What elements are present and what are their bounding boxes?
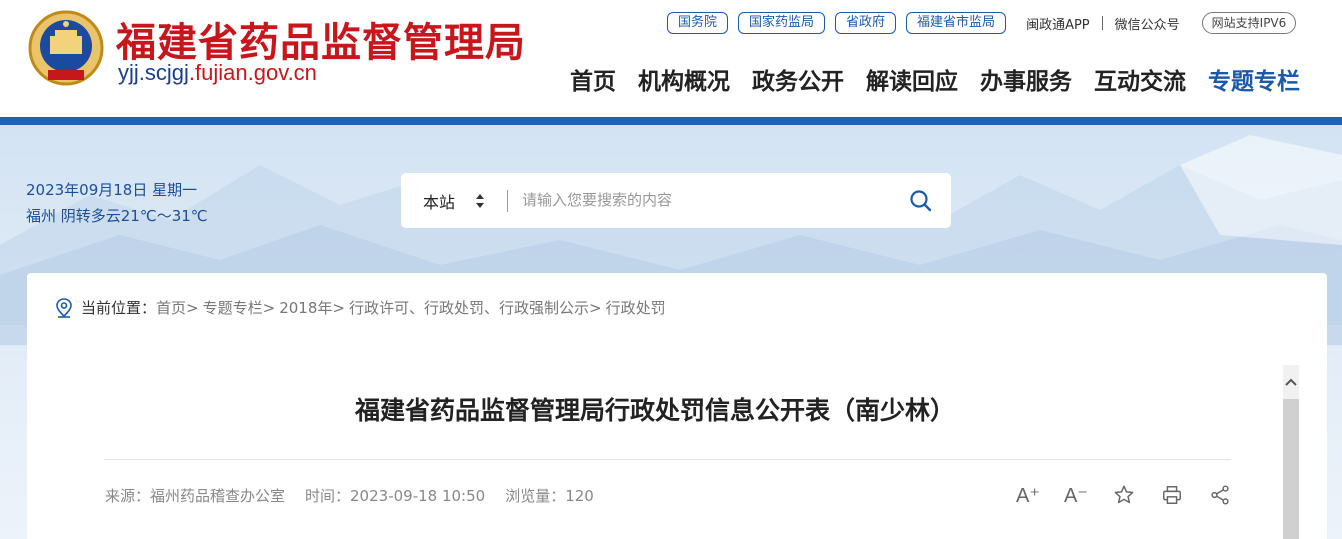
link-fujian-amr[interactable]: 福建省市监局 — [906, 12, 1007, 34]
breadcrumb-special-topics[interactable]: 专题专栏 — [203, 297, 263, 318]
font-decrease-icon[interactable]: A⁻ — [1061, 483, 1091, 507]
breadcrumb-lead: 当前位置： — [81, 299, 157, 317]
current-date: 2023年09月18日 星期一 — [26, 181, 198, 199]
breadcrumb-penalty[interactable]: 行政处罚 — [606, 297, 666, 318]
link-provincial-gov[interactable]: 省政府 — [835, 12, 897, 34]
divider — [1101, 16, 1103, 30]
font-increase-icon[interactable]: A⁺ — [1013, 483, 1043, 507]
link-nmpa[interactable]: 国家药监局 — [738, 12, 826, 34]
location-pin-icon — [56, 297, 72, 318]
chevron-up-icon — [1285, 378, 1297, 386]
weather-info: 福州 阴转多云21℃～31℃ — [26, 207, 208, 225]
link-wechat[interactable]: 微信公众号 — [1115, 14, 1180, 33]
scroll-up-button[interactable] — [1283, 365, 1299, 399]
breadcrumb-year[interactable]: 2018年 — [279, 297, 332, 318]
search-scope-select[interactable]: 本站 — [401, 173, 493, 228]
breadcrumb-separator: > — [332, 298, 345, 317]
article-card: 当前位置： 首页 > 专题专栏 > 2018年 > 行政许可、行政处罚、行政强制公示 >… — [27, 273, 1327, 539]
title-divider — [104, 459, 1231, 460]
nav-special-topics[interactable]: 专题专栏 — [1208, 62, 1300, 96]
header-accent-bar — [0, 117, 1342, 125]
search-input[interactable] — [522, 192, 891, 209]
search-icon — [910, 189, 932, 211]
site-header: 福建省药品监督管理局 yjj.scjgj.fujian.gov.cn 国务院 国… — [0, 0, 1342, 117]
date-weather: 2023年09月18日 星期一 福州 阴转多云21℃～31℃ — [26, 177, 208, 229]
print-icon[interactable] — [1157, 483, 1187, 507]
article-meta: 来源：福州药品稽查办公室 时间：2023-09-18 10:50 浏览量：120 — [105, 485, 614, 506]
sort-arrows-icon — [476, 194, 484, 208]
star-icon[interactable] — [1109, 483, 1139, 507]
nav-services[interactable]: 办事服务 — [980, 62, 1072, 96]
ipv6-badge: 网站支持IPV6 — [1201, 12, 1297, 34]
nav-interpretation[interactable]: 解读回应 — [866, 62, 958, 96]
article-title: 福建省药品监督管理局行政处罚信息公开表（南少林） — [354, 396, 955, 425]
domain-prefix: yjj.scjgj — [118, 60, 189, 85]
article-views: 浏览量：120 — [505, 487, 594, 505]
article-time: 时间：2023-09-18 10:50 — [305, 487, 486, 505]
site-domain: yjj.scjgj.fujian.gov.cn — [118, 60, 317, 86]
domain-suffix: .fujian.gov.cn — [188, 60, 317, 85]
article-source: 来源：福州药品稽查办公室 — [105, 487, 286, 505]
share-icon[interactable] — [1205, 483, 1235, 507]
star-icon-glyph — [1114, 485, 1134, 504]
nav-home[interactable]: 首页 — [570, 62, 616, 96]
search-button[interactable] — [891, 173, 951, 228]
breadcrumb: 当前位置： 首页 > 专题专栏 > 2018年 > 行政许可、行政处罚、行政强制公示 >… — [55, 297, 666, 318]
search-box: 本站 — [401, 173, 951, 228]
breadcrumb-home[interactable]: 首页 — [156, 297, 186, 318]
share-icon-glyph — [1211, 485, 1229, 505]
national-emblem-icon — [28, 10, 104, 86]
search-divider — [507, 189, 508, 212]
top-links: 国务院 国家药监局 省政府 福建省市监局 闽政通APP 微信公众号 网站支持IP… — [667, 12, 1297, 34]
article-tools: A⁺ A⁻ — [1013, 483, 1235, 507]
main-nav: 首页 机构概况 政务公开 解读回应 办事服务 互动交流 专题专栏 — [570, 62, 1300, 96]
breadcrumb-disclosure[interactable]: 行政许可、行政处罚、行政强制公示 — [349, 297, 589, 318]
link-state-council[interactable]: 国务院 — [667, 12, 729, 34]
scroll-thumb[interactable] — [1283, 399, 1299, 539]
breadcrumb-separator: > — [262, 298, 276, 317]
nav-gov-affairs[interactable]: 政务公开 — [752, 62, 844, 96]
nav-interaction[interactable]: 互动交流 — [1094, 62, 1186, 96]
print-icon-glyph — [1163, 486, 1181, 504]
search-scope-label: 本站 — [423, 192, 456, 212]
link-mztapp[interactable]: 闽政通APP — [1026, 14, 1090, 33]
breadcrumb-separator: > — [186, 298, 199, 317]
scrollbar[interactable] — [1283, 365, 1299, 539]
nav-about[interactable]: 机构概况 — [638, 62, 730, 96]
breadcrumb-separator: > — [588, 298, 602, 317]
